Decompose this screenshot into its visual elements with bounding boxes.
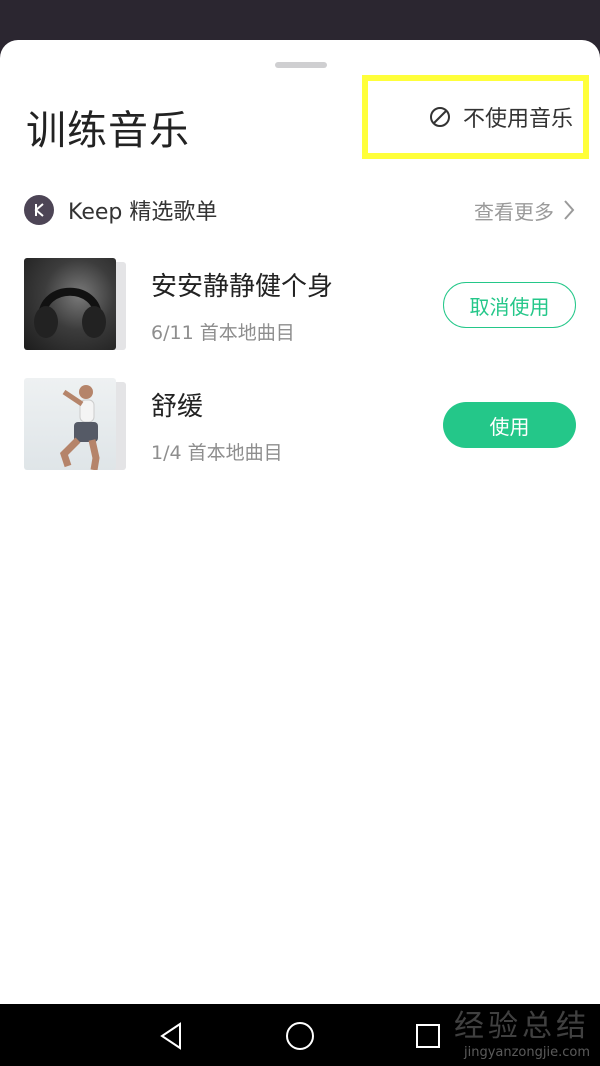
playlist-row-1[interactable]: 安安静静健个身 6/11 首本地曲目 取消使用 (24, 258, 576, 354)
chevron-right-icon (564, 200, 575, 220)
home-icon[interactable] (284, 1020, 316, 1052)
system-navigation-bar: 经验总结 jingyanzongjie.com (0, 1004, 600, 1066)
runner-cover-image (24, 378, 116, 470)
prohibit-icon (429, 107, 450, 127)
music-bottom-sheet: 训练音乐 不使用音乐 Keep 精选歌单 查看更多 安安静静健个身 6/11 首… (0, 40, 600, 1004)
recents-icon[interactable] (412, 1020, 444, 1052)
see-more-label: 查看更多 (474, 199, 554, 224)
playlist-title: 安安静静健个身 (151, 272, 334, 302)
watermark: 经验总结 jingyanzongjie.com (454, 1001, 590, 1060)
status-bar (0, 0, 600, 44)
drag-handle[interactable] (275, 62, 327, 68)
playlist-cover-2 (24, 378, 126, 474)
playlist-section-header: Keep 精选歌单 查看更多 (24, 192, 576, 228)
see-more-link[interactable]: 查看更多 (474, 196, 576, 225)
cancel-use-button[interactable]: 取消使用 (443, 282, 576, 328)
back-icon[interactable] (156, 1020, 188, 1052)
playlist-track-count: 1/4 首本地曲目 (151, 442, 283, 464)
playlist-title: 舒缓 (151, 392, 204, 422)
headphones-cover-image (24, 258, 116, 350)
sheet-title: 训练音乐 (26, 108, 190, 154)
keep-logo-icon (24, 195, 54, 225)
watermark-url: jingyanzongjie.com (463, 1045, 590, 1060)
use-button[interactable]: 使用 (443, 402, 576, 448)
playlist-row-2[interactable]: 舒缓 1/4 首本地曲目 使用 (24, 378, 576, 474)
playlist-cover-1 (24, 258, 126, 354)
no-music-label: 不使用音乐 (462, 107, 573, 132)
no-music-button[interactable]: 不使用音乐 (362, 75, 589, 159)
playlist-track-count: 6/11 首本地曲目 (151, 322, 295, 344)
watermark-title: 经验总结 (454, 1009, 590, 1044)
section-title: Keep 精选歌单 (68, 200, 218, 225)
